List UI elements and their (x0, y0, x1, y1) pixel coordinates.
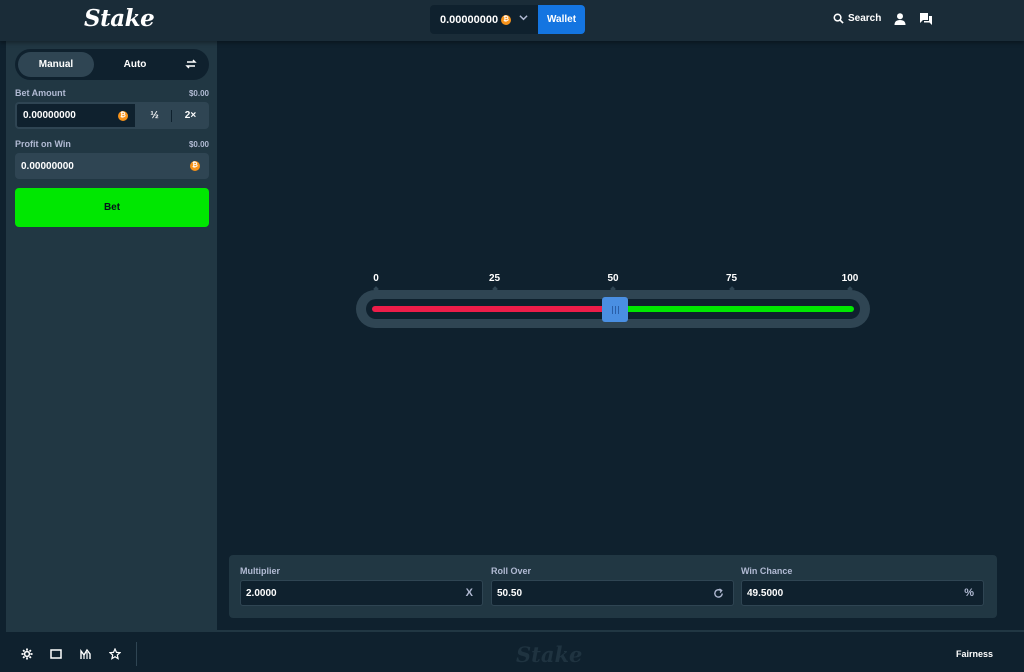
gear-icon[interactable] (21, 648, 33, 660)
tick-label-75: 75 (725, 273, 738, 284)
multiplier-value: 2.0000 (246, 587, 277, 599)
bitcoin-icon: ₿ (501, 14, 512, 25)
balance-value: 0.00000000 (440, 13, 499, 26)
win-chance-field[interactable]: 49.5000 % (741, 580, 984, 606)
slider-lose-segment (372, 306, 616, 312)
tick-label-25: 25 (488, 273, 501, 284)
balance-selector[interactable]: 0.00000000 ₿ (430, 5, 538, 34)
multiplier-label: Multiplier (240, 566, 280, 576)
swap-icon[interactable] (185, 58, 197, 70)
star-icon[interactable] (109, 648, 121, 660)
stake-logo[interactable]: Stake (84, 5, 155, 32)
divider (136, 642, 137, 666)
slider-handle[interactable] (602, 297, 629, 322)
profit-field: 0.00000000 ₿ (15, 153, 209, 179)
divider (171, 110, 172, 122)
tab-manual[interactable]: Manual (18, 52, 94, 77)
footer-logo: Stake (516, 642, 583, 667)
bet-sidebar: Manual Auto Bet Amount $0.00 ₿ ½ 2× Prof… (6, 41, 217, 630)
tick-label-50: 50 (607, 273, 619, 284)
mode-toggle: Manual Auto (15, 49, 209, 80)
screen-icon[interactable] (50, 648, 62, 660)
roll-over-value: 50.50 (497, 587, 523, 599)
top-header: Stake 0.00000000 ₿ Wallet Search (0, 0, 1024, 41)
roll-over-field[interactable]: 50.50 (491, 580, 734, 606)
grip-line (611, 305, 613, 314)
bet-amount-label: Bet Amount (15, 88, 66, 98)
profit-label: Profit on Win (15, 139, 71, 149)
bitcoin-icon: ₿ (118, 111, 128, 121)
bet-button[interactable]: Bet (15, 188, 209, 227)
stats-icon[interactable] (80, 648, 92, 660)
slider-win-segment (615, 306, 854, 312)
tick-label-0: 0 (373, 273, 379, 284)
footer-bar: Stake Fairness (6, 630, 1024, 672)
chat-icon[interactable] (919, 12, 933, 26)
bet-amount-usd: $0.00 (188, 89, 209, 98)
search-label: Search (848, 13, 882, 24)
chevron-down-icon (519, 15, 528, 21)
profit-usd: $0.00 (188, 140, 209, 149)
tab-auto[interactable]: Auto (97, 52, 173, 77)
tick-label-100: 100 (841, 273, 859, 284)
wallet-button[interactable]: Wallet (538, 5, 585, 34)
roll-over-label: Roll Over (491, 566, 532, 576)
stats-panel: Multiplier 2.0000 X Roll Over 50.50 Win … (229, 555, 997, 618)
multiplier-x-icon: X (465, 587, 473, 599)
win-chance-label: Win Chance (741, 566, 793, 576)
bitcoin-icon: ₿ (190, 161, 200, 171)
grip-line (614, 305, 616, 314)
win-chance-value: 49.5000 (747, 587, 784, 599)
search-icon (833, 13, 844, 24)
user-icon[interactable] (893, 12, 907, 26)
search-button[interactable]: Search (833, 13, 881, 24)
fairness-link[interactable]: Fairness (956, 649, 993, 659)
bet-amount-group: ₿ ½ 2× (15, 102, 209, 129)
double-bet-button[interactable]: 2× (173, 103, 208, 128)
dice-game-area: 0 25 50 75 100 Multiplier 2.0000 X Roll Over… (217, 41, 1024, 630)
grip-line (617, 305, 619, 314)
refresh-icon[interactable] (713, 588, 724, 599)
half-bet-button[interactable]: ½ (137, 103, 172, 128)
multiplier-field[interactable]: 2.0000 X (240, 580, 483, 606)
profit-value: 0.00000000 (21, 160, 74, 172)
percent-icon: % (964, 587, 974, 599)
